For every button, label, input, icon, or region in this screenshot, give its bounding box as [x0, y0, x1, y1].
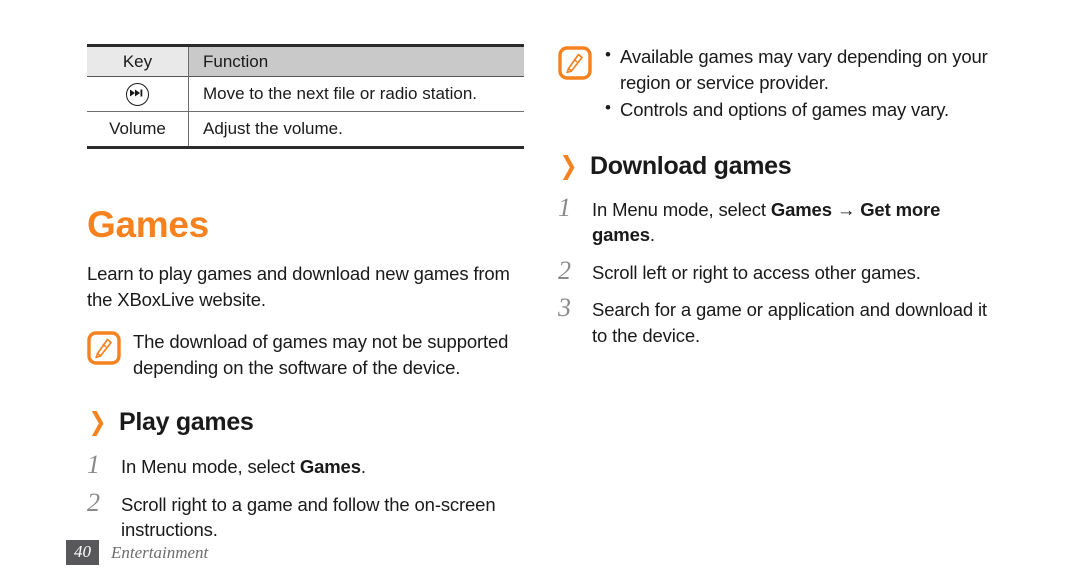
table-header: Key Function — [87, 45, 524, 77]
step-number: 1 — [558, 192, 571, 222]
list-item: 2 Scroll right to a game and follow the … — [87, 487, 524, 543]
note-box-right: Available games may vary depending on yo… — [558, 43, 1003, 125]
list-item: 2 Scroll left or right to access other g… — [558, 255, 1003, 286]
section-heading-download-games: ❯ Download games — [558, 151, 1003, 180]
section-title: Play games — [118, 408, 254, 437]
page-number: 40 — [66, 540, 99, 565]
section-heading-play-games: ❯ Play games — [87, 410, 524, 435]
cell-key-volume: Volume — [87, 111, 189, 148]
step-text-post: . — [360, 456, 366, 478]
cell-key-next-track — [87, 76, 189, 112]
step-text: Scroll right to a game and follow the on… — [121, 493, 496, 541]
step-text-bold: Games — [770, 198, 832, 220]
step-number: 1 — [87, 450, 100, 480]
manual-page: Key Function Move to the next file or ra… — [0, 0, 1080, 586]
left-column: Key Function Move to the next file or ra… — [87, 44, 524, 555]
note-box-left: The download of games may not be support… — [87, 329, 524, 380]
list-item: 1 In Menu mode, select Games → Get more … — [558, 192, 1003, 248]
page-footer: 40 Entertainment — [66, 540, 208, 565]
column-header-function: Function — [188, 45, 524, 77]
step-text: Search for a game or application and dow… — [592, 299, 987, 346]
table-header-row: Key Function — [87, 45, 524, 77]
note-text-right: Available games may vary depending on yo… — [604, 43, 1003, 125]
chevron-right-icon: ❯ — [88, 408, 107, 437]
step-number: 2 — [558, 255, 571, 285]
page-title: Games — [87, 204, 209, 245]
footer-section-label: Entertainment — [111, 542, 209, 562]
step-number: 2 — [87, 487, 100, 517]
steps-download-games: 1 In Menu mode, select Games → Get more … — [558, 192, 1003, 349]
note-pen-icon — [558, 46, 592, 80]
list-item: Controls and options of games may vary. — [604, 96, 1003, 123]
step-text-arrow: → — [831, 198, 861, 220]
list-item: Available games may vary depending on yo… — [604, 43, 1003, 95]
step-text: In Menu mode, select Games. — [121, 454, 524, 480]
section-title: Download games — [589, 151, 792, 180]
next-track-icon — [126, 82, 149, 106]
step-text: In Menu mode, select Games → Get more ga… — [592, 197, 1003, 248]
key-function-table: Key Function Move to the next file or ra… — [87, 44, 524, 149]
table-row: Volume Adjust the volume. — [87, 111, 524, 148]
step-text-post: . — [649, 224, 655, 246]
table-row: Move to the next file or radio station. — [87, 76, 524, 112]
step-text-pre: In Menu mode, select — [121, 456, 300, 478]
table-body: Move to the next file or radio station. … — [87, 76, 524, 148]
column-header-key: Key — [87, 45, 189, 77]
step-number: 3 — [558, 293, 571, 323]
list-item: 1 In Menu mode, select Games. — [87, 450, 524, 480]
step-text: Scroll left or right to access other gam… — [592, 261, 921, 283]
list-item: 3 Search for a game or application and d… — [558, 293, 1003, 348]
cell-function-volume: Adjust the volume. — [203, 119, 343, 138]
chevron-right-icon: ❯ — [559, 151, 578, 180]
steps-play-games: 1 In Menu mode, select Games. 2 Scroll r… — [87, 450, 524, 543]
note-bullet-list: Available games may vary depending on yo… — [604, 43, 1003, 123]
intro-paragraph: Learn to play games and download new gam… — [87, 263, 510, 310]
right-column: Available games may vary depending on yo… — [558, 43, 1003, 360]
step-text-pre: In Menu mode, select — [592, 198, 771, 220]
note-text-left: The download of games may not be support… — [133, 331, 509, 378]
step-text-bold: Games — [299, 456, 361, 478]
note-pen-icon — [87, 331, 121, 365]
cell-function-next-track: Move to the next file or radio station. — [203, 84, 478, 103]
